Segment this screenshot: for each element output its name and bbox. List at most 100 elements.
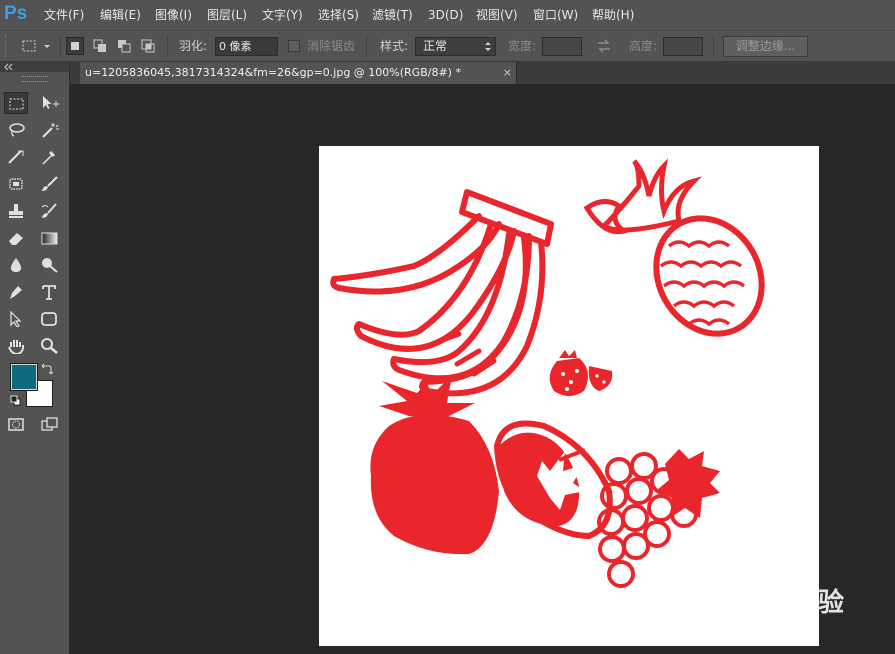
document-canvas[interactable]: [319, 146, 819, 646]
feather-input[interactable]: 0 像素: [215, 37, 278, 56]
menu-filter[interactable]: 滤镜(T): [372, 0, 413, 30]
tool-crop[interactable]: [4, 146, 28, 168]
refine-edge-button[interactable]: 调整边缘...: [723, 36, 808, 57]
tool-pen[interactable]: [4, 281, 28, 303]
tools-panel-header[interactable]: [0, 62, 69, 72]
feather-label: 羽化:: [179, 39, 208, 53]
tool-zoom[interactable]: [37, 335, 61, 357]
document-tab-title: u=1205836045,3817314324&fm=26&gp=0.jpg @…: [85, 66, 461, 79]
hand-icon: [8, 340, 24, 354]
menu-type[interactable]: 文字(Y): [262, 0, 303, 30]
menu-file[interactable]: 文件(F): [44, 0, 84, 30]
screen-mode-icon: [41, 417, 58, 431]
tool-type[interactable]: [37, 281, 61, 303]
tool-clone-stamp[interactable]: [4, 200, 28, 222]
tool-spot-healing[interactable]: [4, 173, 28, 195]
tools-panel: [0, 62, 70, 654]
tool-eraser[interactable]: [4, 227, 28, 249]
eraser-icon: [9, 233, 23, 245]
tool-preset-picker[interactable]: [20, 37, 50, 55]
collapse-double-arrow-icon[interactable]: [3, 63, 13, 71]
fruit-illustration: [330, 158, 765, 588]
tool-brush[interactable]: [37, 173, 61, 195]
rect-marquee-icon: [22, 40, 50, 52]
foreground-color-swatch[interactable]: [10, 363, 38, 391]
screen-mode-button[interactable]: [37, 414, 61, 436]
pineapple-drawing: [583, 158, 765, 337]
style-select[interactable]: 正常: [415, 37, 496, 56]
rect-marquee-icon: [9, 98, 24, 110]
new-selection-button[interactable]: [66, 37, 84, 55]
intersect-selection-icon: [141, 39, 155, 53]
dropdown-arrows-icon: [485, 42, 491, 51]
add-selection-icon: [93, 39, 106, 52]
menu-window[interactable]: 窗口(W): [533, 0, 578, 30]
document-tab[interactable]: u=1205836045,3817314324&fm=26&gp=0.jpg @…: [80, 62, 517, 84]
tool-blur[interactable]: [4, 254, 28, 276]
strawberry-pair-drawing: [370, 375, 613, 555]
swap-colors-icon[interactable]: [41, 363, 53, 375]
tool-move[interactable]: [37, 92, 61, 114]
menu-help[interactable]: 帮助(H): [592, 0, 634, 30]
menu-3d[interactable]: 3D(D): [428, 0, 463, 30]
add-selection-button[interactable]: [91, 37, 109, 55]
lasso-icon: [9, 123, 25, 137]
magic-wand-icon: [42, 123, 59, 138]
quick-mask-icon: [8, 418, 24, 431]
height-label: 高度:: [629, 39, 658, 53]
spot-healing-brush-icon: [9, 178, 23, 190]
path-selection-arrow-icon: [10, 311, 22, 327]
new-selection-icon: [71, 42, 79, 50]
menu-bar: Ps 文件(F) 编辑(E) 图像(I) 图层(L) 文字(Y) 选择(S) 滤…: [0, 0, 895, 30]
height-input[interactable]: [663, 37, 703, 56]
menu-view[interactable]: 视图(V): [476, 0, 518, 30]
style-value: 正常: [423, 39, 448, 53]
tool-gradient[interactable]: [37, 227, 61, 249]
tool-dodge[interactable]: [37, 254, 61, 276]
tool-rectangle[interactable]: [37, 308, 61, 330]
quick-mask-button[interactable]: [4, 414, 28, 436]
dodge-icon: [42, 258, 58, 273]
swap-width-height-icon[interactable]: [596, 39, 612, 53]
history-brush-icon: [41, 203, 57, 218]
watermark-url: jingyan.baidu.com: [688, 616, 809, 633]
subtract-selection-button[interactable]: [115, 37, 133, 55]
tool-hand[interactable]: [4, 335, 28, 357]
tool-lasso[interactable]: [4, 119, 28, 141]
feather-value: 0 像素: [219, 40, 252, 53]
tool-history-brush[interactable]: [37, 200, 61, 222]
antialias-checkbox[interactable]: [288, 40, 300, 52]
type-icon: [42, 285, 56, 300]
intersect-selection-button[interactable]: [139, 37, 157, 55]
gradient-icon: [41, 232, 58, 245]
eyedropper-icon: [42, 151, 55, 165]
style-label: 样式:: [380, 39, 409, 53]
tool-rect-marquee[interactable]: [4, 92, 28, 114]
grapes-drawing: [597, 449, 720, 588]
app-logo: Ps: [4, 3, 28, 24]
rounded-rectangle-icon: [41, 312, 57, 326]
default-colors-icon[interactable]: [10, 395, 22, 407]
brush-icon: [42, 176, 58, 191]
refine-edge-label: 调整边缘...: [735, 39, 796, 53]
width-input[interactable]: [542, 37, 582, 56]
document-tab-bar: u=1205836045,3817314324&fm=26&gp=0.jpg @…: [70, 62, 895, 84]
baidu-watermark: Baidu 经验 jingyan.baidu.com: [686, 576, 856, 636]
tools-grip[interactable]: [22, 76, 48, 82]
clone-stamp-icon: [9, 204, 23, 218]
width-label: 宽度:: [508, 39, 537, 53]
close-tab-icon[interactable]: ×: [503, 62, 512, 84]
watermark-brand: Baidu: [686, 578, 770, 611]
menu-edit[interactable]: 编辑(E): [100, 0, 141, 30]
menu-image[interactable]: 图像(I): [155, 0, 192, 30]
menu-layer[interactable]: 图层(L): [207, 0, 247, 30]
tool-eyedropper[interactable]: [37, 146, 61, 168]
options-grip: [5, 35, 8, 57]
watermark-brand-cn: 经验: [792, 588, 845, 618]
options-bar: 羽化: 0 像素 消除锯齿 样式: 正常 宽度: 高度: 调整边缘...: [0, 30, 895, 62]
subtract-selection-icon: [118, 40, 131, 53]
pen-icon: [10, 286, 22, 299]
tool-path-selection[interactable]: [4, 308, 28, 330]
menu-select[interactable]: 选择(S): [318, 0, 359, 30]
tool-magic-wand[interactable]: [37, 119, 61, 141]
